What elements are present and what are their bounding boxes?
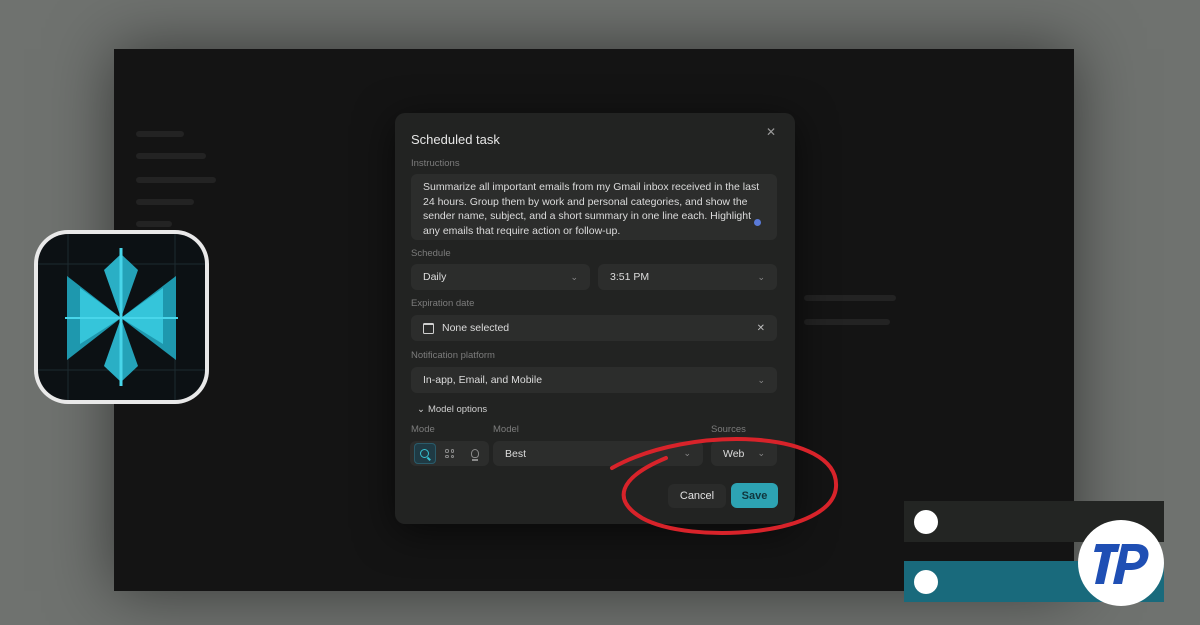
tp-logo xyxy=(1078,520,1164,606)
tp-logo-mark xyxy=(1094,544,1149,584)
app-logo-icon xyxy=(34,230,209,404)
logo-mark xyxy=(38,234,205,400)
decorative-dot xyxy=(914,510,938,534)
red-circle-annotation xyxy=(610,437,839,535)
app-logo-background xyxy=(38,234,205,400)
decorative-dot xyxy=(914,570,938,594)
